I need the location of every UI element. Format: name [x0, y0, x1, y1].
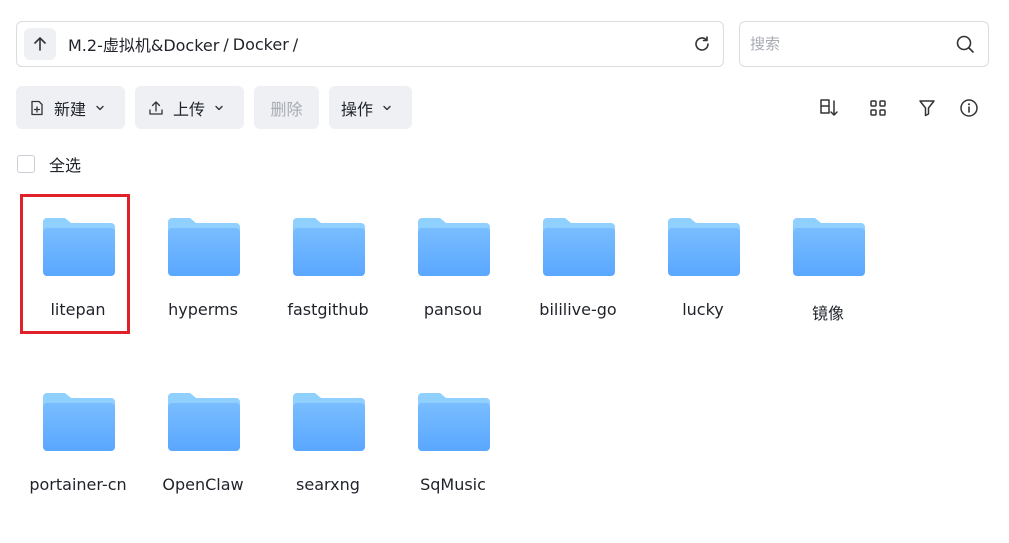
folder-name: searxng — [296, 475, 360, 494]
folder-name: bililive-go — [539, 300, 617, 319]
folder-name: lucky — [682, 300, 724, 319]
sort-icon[interactable] — [817, 96, 841, 120]
folder-item[interactable]: portainer-cn — [20, 369, 130, 509]
folder-item[interactable]: OpenClaw — [145, 369, 261, 509]
folder-name: portainer-cn — [29, 475, 127, 494]
actions-button[interactable]: 操作 — [329, 86, 412, 129]
folder-item[interactable]: bililive-go — [520, 194, 636, 334]
breadcrumb-item[interactable]: Docker — [233, 35, 289, 54]
folder-name: hyperms — [168, 300, 238, 319]
search-icon[interactable] — [954, 33, 976, 55]
folder-item[interactable]: pansou — [395, 194, 511, 334]
folder-icon — [793, 218, 865, 276]
refresh-button[interactable] — [691, 33, 713, 55]
folder-name: litepan — [50, 300, 106, 319]
folder-icon — [668, 218, 740, 276]
new-button-label: 新建 — [54, 99, 87, 119]
upload-icon — [147, 99, 165, 117]
chevron-down-icon — [213, 102, 225, 114]
actions-button-label: 操作 — [341, 99, 374, 119]
folder-icon — [543, 218, 615, 276]
path-bar: M.2-虚拟机&Docker / Docker / — [16, 21, 724, 67]
search-input[interactable] — [750, 32, 940, 56]
folder-name: OpenClaw — [162, 475, 244, 494]
folder-item[interactable]: 镜像 — [770, 194, 886, 334]
search-box — [739, 21, 989, 67]
folder-item[interactable]: fastgithub — [270, 194, 386, 334]
folder-name: pansou — [423, 300, 483, 319]
select-all-label: 全选 — [49, 156, 82, 175]
new-button[interactable]: 新建 — [16, 86, 125, 129]
folder-item[interactable]: lucky — [645, 194, 761, 334]
folder-item[interactable]: searxng — [270, 369, 386, 509]
breadcrumb: M.2-虚拟机&Docker / Docker / — [68, 22, 302, 66]
folder-name: 镜像 — [811, 304, 844, 323]
new-file-icon — [28, 99, 46, 117]
go-up-button[interactable] — [24, 28, 56, 60]
chevron-down-icon — [94, 102, 106, 114]
folder-name: fastgithub — [287, 300, 369, 319]
folder-icon — [168, 218, 240, 276]
folder-item[interactable]: hyperms — [145, 194, 261, 334]
delete-button-label: 删除 — [270, 99, 303, 119]
folder-item[interactable]: SqMusic — [395, 369, 511, 509]
folder-icon — [293, 218, 365, 276]
breadcrumb-item[interactable]: M.2-虚拟机&Docker — [68, 32, 219, 56]
folder-icon — [293, 393, 365, 451]
info-icon[interactable] — [957, 96, 981, 120]
upload-button-label: 上传 — [173, 99, 206, 119]
folder-item[interactable]: litepan — [20, 194, 130, 334]
folder-icon — [43, 393, 115, 451]
filter-icon[interactable] — [915, 96, 939, 120]
chevron-down-icon — [381, 102, 393, 114]
delete-button[interactable]: 删除 — [254, 86, 319, 129]
grid-view-icon[interactable] — [866, 96, 890, 120]
breadcrumb-separator: / — [292, 34, 299, 54]
folder-icon — [418, 393, 490, 451]
folder-icon — [168, 393, 240, 451]
breadcrumb-separator: / — [223, 34, 229, 54]
folder-icon — [43, 218, 115, 276]
select-all-checkbox[interactable]: 全选 — [17, 152, 81, 176]
checkbox[interactable] — [17, 155, 35, 173]
arrow-up-icon — [34, 37, 46, 51]
upload-button[interactable]: 上传 — [135, 86, 244, 129]
refresh-icon — [695, 36, 709, 51]
folder-icon — [418, 218, 490, 276]
folder-name: SqMusic — [420, 475, 486, 494]
